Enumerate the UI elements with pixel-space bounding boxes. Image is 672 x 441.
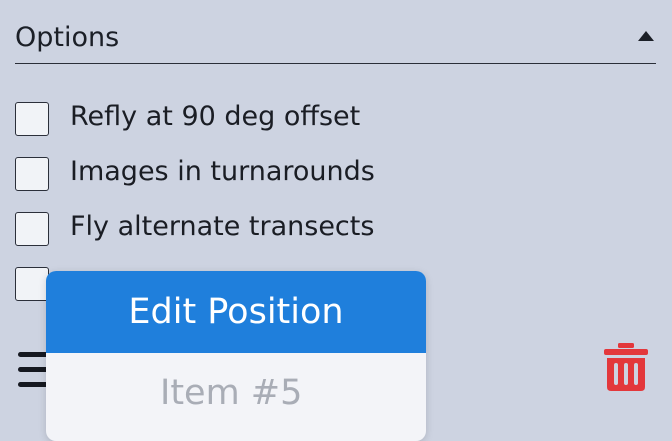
option-refly-90[interactable]: Refly at 90 deg offset bbox=[15, 101, 415, 141]
trash-icon[interactable] bbox=[603, 343, 649, 392]
checkbox-refly-90[interactable] bbox=[15, 102, 49, 136]
menu-item-label: Item #5 bbox=[160, 373, 303, 413]
option-images-in-turnarounds[interactable]: Images in turnarounds bbox=[15, 156, 415, 196]
option-label: Refly at 90 deg offset bbox=[70, 101, 361, 132]
menu-item-edit-position[interactable]: Edit Position bbox=[46, 271, 426, 353]
option-label: Images in turnarounds bbox=[70, 156, 375, 187]
options-section-title: Options bbox=[15, 22, 120, 53]
option-fly-alternate-transects[interactable]: Fly alternate transects bbox=[15, 211, 415, 251]
checkbox-images-in-turnarounds[interactable] bbox=[15, 157, 49, 191]
chevron-up-icon[interactable] bbox=[638, 31, 654, 41]
options-section-header[interactable]: Options bbox=[15, 18, 656, 64]
checkbox-hidden[interactable] bbox=[15, 267, 49, 301]
checkbox-fly-alternate-transects[interactable] bbox=[15, 212, 49, 246]
context-menu-popup: Edit Position Item #5 bbox=[46, 271, 426, 441]
option-label: Fly alternate transects bbox=[70, 211, 375, 242]
